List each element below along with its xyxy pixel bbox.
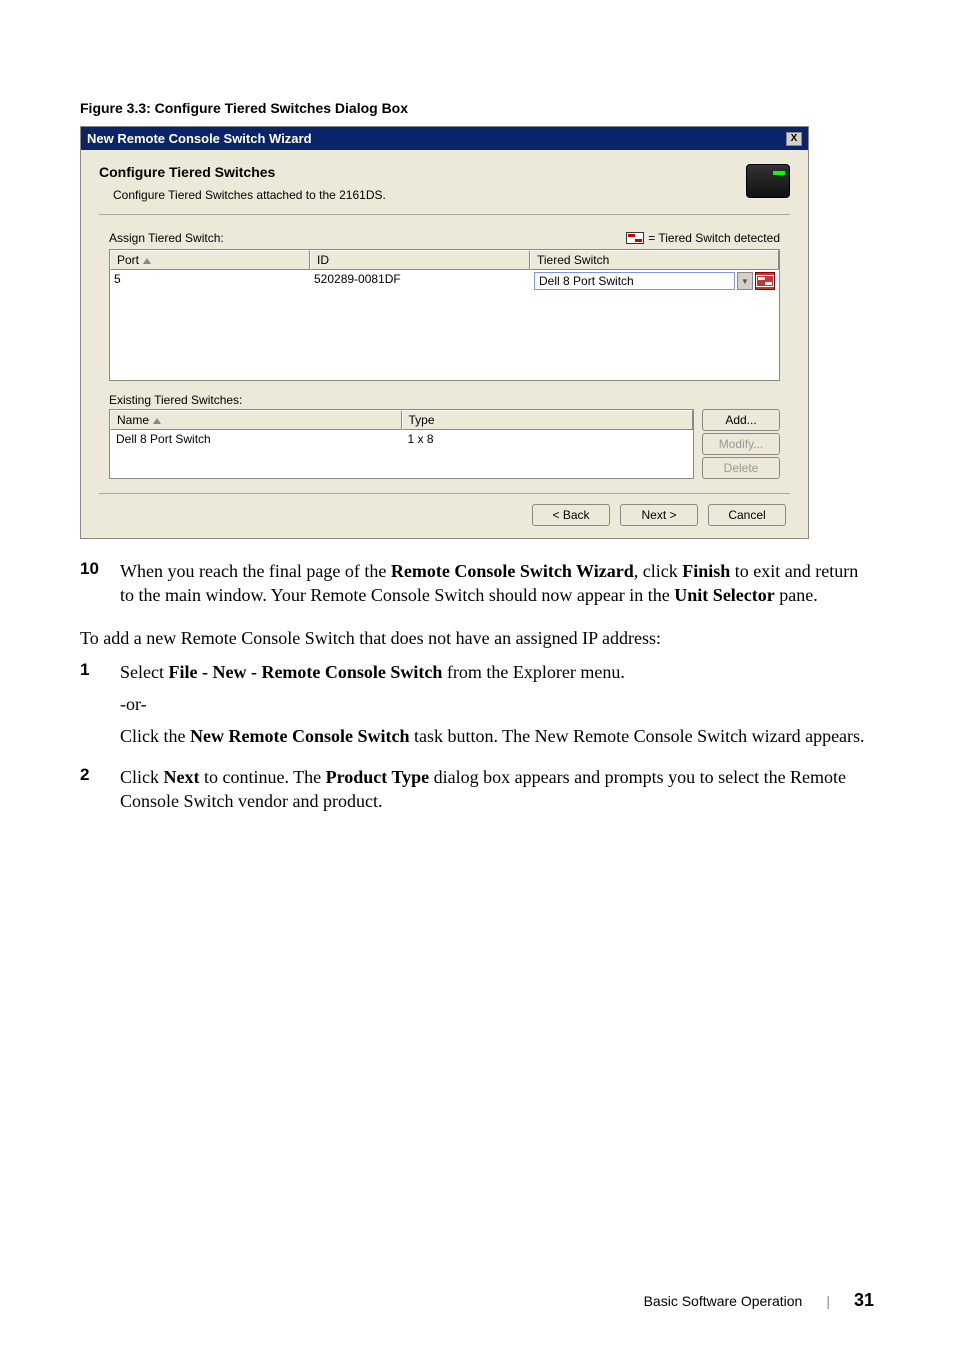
step-num-10: 10 [80, 559, 120, 616]
footer-separator: | [826, 1293, 830, 1309]
text: Click the [120, 726, 190, 746]
add-button[interactable]: Add... [702, 409, 780, 431]
col-type[interactable]: Type [402, 410, 694, 430]
text: Click [120, 767, 164, 787]
bold: File - New - Remote Console Switch [168, 662, 442, 682]
assign-table-row: 5 520289-0081DF Dell 8 Port Switch ▼ [110, 270, 779, 380]
back-button[interactable]: < Back [532, 504, 610, 526]
bold: Next [164, 767, 200, 787]
dialog-header-title: Configure Tiered Switches [99, 164, 386, 180]
next-button[interactable]: Next > [620, 504, 698, 526]
sort-asc-icon [143, 258, 151, 264]
sort-asc-icon [153, 418, 161, 424]
col-port-label: Port [117, 253, 139, 267]
figure-caption: Figure 3.3: Configure Tiered Switches Di… [80, 100, 874, 116]
existing-table: Name Type Dell 8 Port Switch 1 x 8 [109, 409, 694, 479]
device-icon [746, 164, 790, 198]
step-2: 2 Click Next to continue. The Product Ty… [80, 765, 874, 822]
step-2-body: Click Next to continue. The Product Type… [120, 765, 874, 822]
intro-paragraph: To add a new Remote Console Switch that … [80, 626, 874, 650]
step-10-body: When you reach the final page of the Rem… [120, 559, 874, 616]
assign-label-row: Assign Tiered Switch: = Tiered Switch de… [109, 231, 780, 245]
text: from the Explorer menu. [442, 662, 624, 682]
text: Select [120, 662, 168, 682]
cancel-button[interactable]: Cancel [708, 504, 786, 526]
existing-wrap: Name Type Dell 8 Port Switch 1 x 8 Add..… [109, 409, 780, 479]
delete-button[interactable]: Delete [702, 457, 780, 479]
existing-table-head: Name Type [110, 410, 693, 430]
step-10: 10 When you reach the final page of the … [80, 559, 874, 616]
col-tiered-switch[interactable]: Tiered Switch [530, 250, 779, 270]
text: , click [634, 561, 682, 581]
titlebar: New Remote Console Switch Wizard X [81, 127, 808, 150]
dialog-body: Configure Tiered Switches Configure Tier… [81, 150, 808, 538]
step-num-1: 1 [80, 660, 120, 757]
cell-tiered-switch: Dell 8 Port Switch ▼ [530, 270, 779, 292]
col-name-label: Name [117, 413, 149, 427]
col-id[interactable]: ID [310, 250, 530, 270]
bold: Unit Selector [674, 585, 774, 605]
existing-side-buttons: Add... Modify... Delete [702, 409, 780, 479]
bold: New Remote Console Switch [190, 726, 409, 746]
tiered-switch-input[interactable]: Dell 8 Port Switch [534, 272, 735, 290]
bold: Remote Console Switch Wizard [391, 561, 634, 581]
footer-section: Basic Software Operation [644, 1293, 803, 1309]
assign-table-head: Port ID Tiered Switch [110, 250, 779, 270]
step-num-2: 2 [80, 765, 120, 822]
text: When you reach the final page of the [120, 561, 391, 581]
existing-label: Existing Tiered Switches: [109, 393, 780, 407]
assign-table: Port ID Tiered Switch 5 520289-0081DF De… [109, 249, 780, 381]
tiered-switch-detected-icon [755, 272, 775, 290]
cell-id: 520289-0081DF [310, 270, 530, 292]
assign-label: Assign Tiered Switch: [109, 231, 224, 245]
step-1-body: Select File - New - Remote Console Switc… [120, 660, 874, 757]
page-footer: Basic Software Operation | 31 [644, 1290, 874, 1311]
dialog-header-subtitle: Configure Tiered Switches attached to th… [113, 188, 386, 202]
close-icon[interactable]: X [786, 132, 802, 146]
legend-text: = Tiered Switch detected [648, 231, 780, 245]
bold: Product Type [326, 767, 430, 787]
col-port[interactable]: Port [110, 250, 310, 270]
cell-name: Dell 8 Port Switch [110, 430, 402, 448]
cell-type: 1 x 8 [402, 430, 694, 448]
text: pane. [775, 585, 818, 605]
step-1: 1 Select File - New - Remote Console Swi… [80, 660, 874, 757]
tiered-switch-icon [626, 232, 644, 244]
dialog-header: Configure Tiered Switches Configure Tier… [99, 164, 790, 215]
col-name[interactable]: Name [110, 410, 402, 430]
cell-port: 5 [110, 270, 310, 292]
dropdown-icon[interactable]: ▼ [737, 272, 753, 290]
dialog-box: New Remote Console Switch Wizard X Confi… [80, 126, 809, 539]
text: task button. The New Remote Console Swit… [409, 726, 864, 746]
or-text: -or- [120, 692, 874, 716]
dialog-title: New Remote Console Switch Wizard [87, 131, 312, 146]
legend: = Tiered Switch detected [626, 231, 780, 245]
existing-table-row[interactable]: Dell 8 Port Switch 1 x 8 [110, 430, 693, 478]
modify-button[interactable]: Modify... [702, 433, 780, 455]
dialog-separator [99, 493, 790, 494]
dialog-buttons: < Back Next > Cancel [99, 504, 790, 526]
footer-page-number: 31 [854, 1290, 874, 1311]
bold: Finish [682, 561, 730, 581]
text: to continue. The [199, 767, 325, 787]
